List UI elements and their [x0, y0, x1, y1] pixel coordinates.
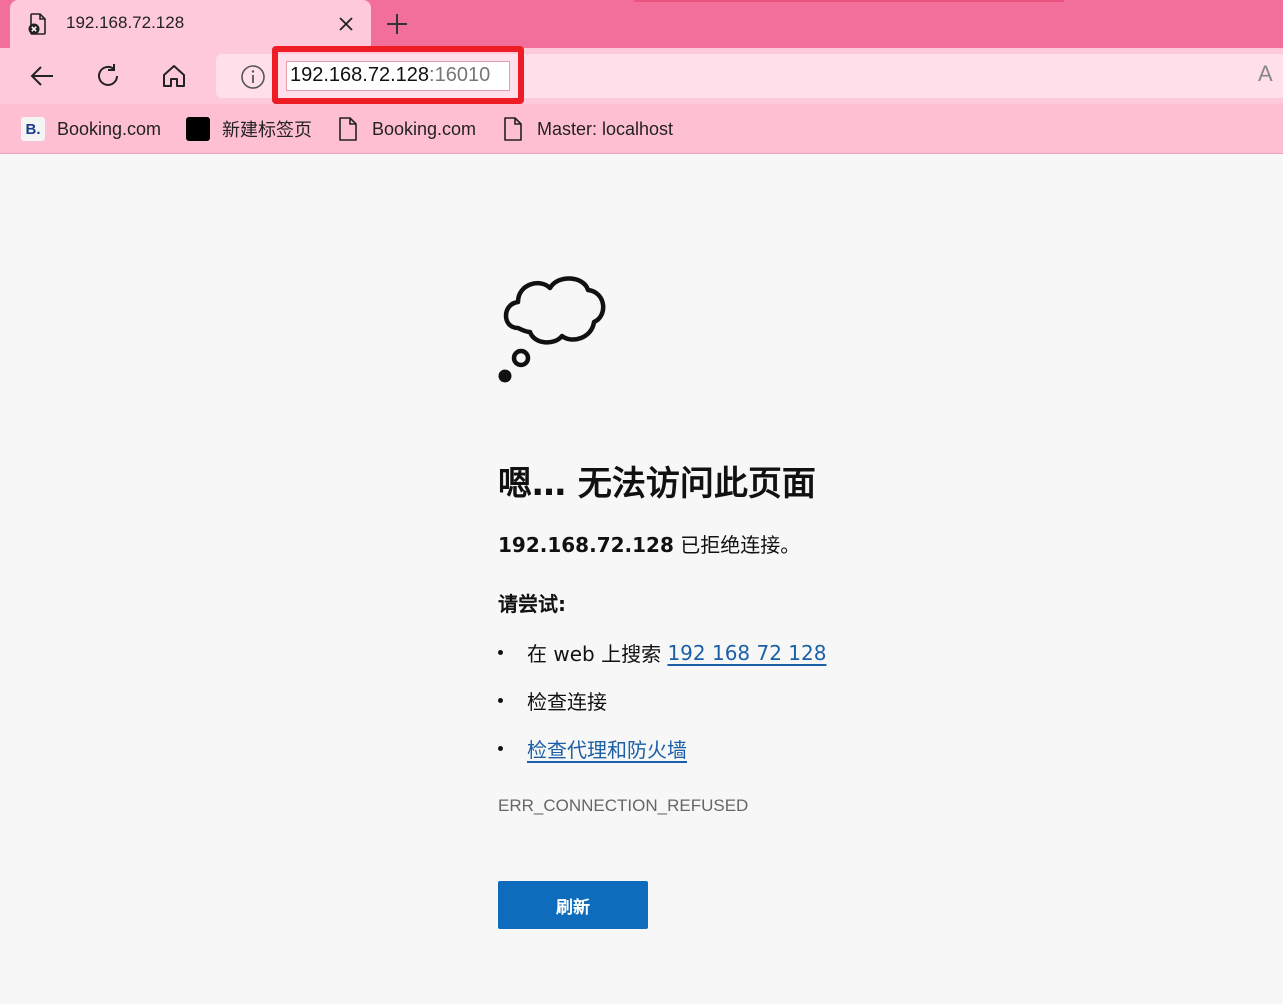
info-icon[interactable] — [240, 64, 266, 90]
check-proxy-link[interactable]: 检查代理和防火墙 — [527, 734, 687, 763]
search-link[interactable]: 192 168 72 128 — [667, 641, 826, 665]
error-title: 嗯… 无法访问此页面 — [498, 464, 816, 504]
favorite-label: 新建标签页 — [222, 120, 312, 140]
read-aloud-icon[interactable]: A — [1258, 61, 1283, 91]
favorite-label: Master: localhost — [537, 118, 674, 139]
url-host: 192.168.72.128 — [290, 64, 430, 86]
new-tab-icon[interactable] — [382, 9, 412, 39]
favorite-label: Booking.com — [57, 118, 162, 139]
url-input[interactable]: 192.168.72.128:16010 — [286, 61, 510, 91]
home-icon[interactable] — [156, 58, 192, 94]
error-page-icon — [26, 12, 50, 36]
booking-icon: B. — [21, 117, 45, 141]
favorite-new-tab[interactable]: 新建标签页 — [186, 114, 312, 144]
error-host: 192.168.72.128 — [498, 533, 674, 557]
black-square-icon — [186, 117, 210, 141]
tab-strip-accent — [634, 0, 1064, 2]
favorite-booking-2[interactable]: Booking.com — [336, 114, 476, 144]
error-code: ERR_CONNECTION_REFUSED — [498, 796, 749, 815]
suggestion-check-proxy: 检查代理和防火墙 — [498, 734, 687, 763]
bullet-dot — [498, 746, 503, 751]
suggestion-search: 在 web 上搜索 192 168 72 128 — [498, 638, 826, 667]
close-tab-icon[interactable] — [332, 10, 360, 38]
error-message: 已拒绝连接。 — [673, 533, 801, 557]
thought-cloud-icon — [496, 272, 610, 386]
error-description: 192.168.72.128 已拒绝连接。 — [498, 529, 800, 558]
favorite-label: Booking.com — [372, 118, 477, 139]
suggestion-check-connection: 检查连接 — [498, 686, 607, 715]
tab-active[interactable]: 192.168.72.128 — [10, 0, 371, 48]
bullet-dot — [498, 650, 503, 655]
favorite-master-localhost[interactable]: Master: localhost — [501, 114, 673, 144]
search-prefix: 在 web 上搜索 — [527, 642, 668, 666]
check-connection-text: 检查连接 — [527, 690, 607, 714]
favorite-booking-1[interactable]: B. Booking.com — [21, 114, 161, 144]
page-icon — [501, 117, 525, 141]
tab-title: 192.168.72.128 — [66, 13, 185, 32]
bullet-dot — [498, 698, 503, 703]
back-arrow-icon[interactable] — [24, 58, 60, 94]
page-icon — [336, 117, 360, 141]
tab-strip: 192.168.72.128 — [0, 0, 1283, 48]
refresh-button[interactable]: 刷新 — [498, 881, 648, 929]
refresh-icon[interactable] — [90, 58, 126, 94]
toolbar — [0, 48, 1283, 104]
url-port: :16010 — [429, 64, 491, 86]
try-heading: 请尝试: — [498, 592, 566, 616]
favorites-bar: B. Booking.com 新建标签页 Booking.com Master:… — [0, 104, 1283, 154]
